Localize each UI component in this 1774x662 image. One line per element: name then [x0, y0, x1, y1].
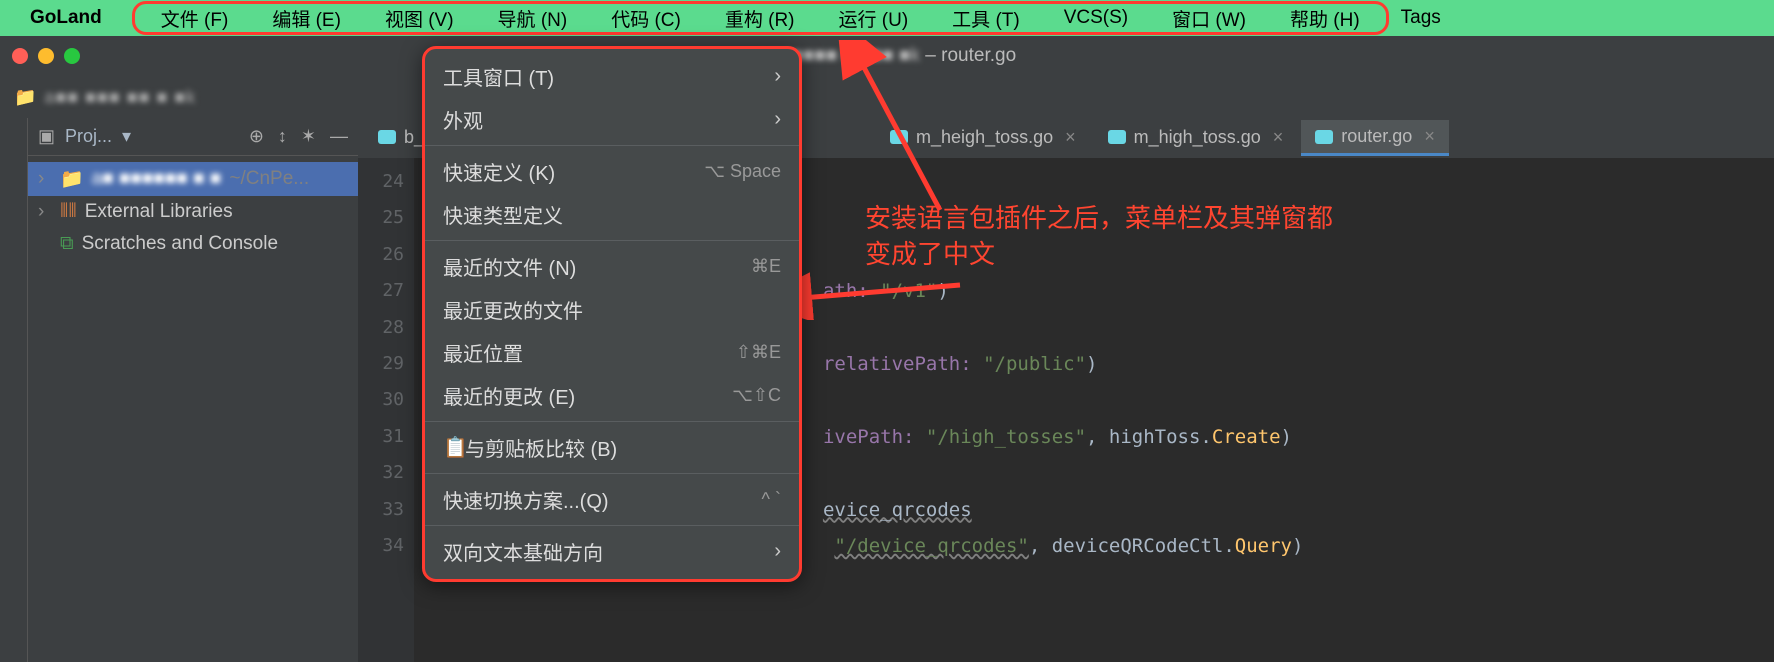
folder-icon: 📁 — [14, 87, 36, 108]
line-number: 24 — [358, 164, 404, 200]
menu-run[interactable]: 运行 (U) — [817, 5, 931, 32]
menu-appearance[interactable]: 外观› — [425, 98, 799, 141]
go-file-icon — [890, 130, 908, 144]
menu-tools[interactable]: 工具 (T) — [930, 5, 1042, 32]
close-tab-icon[interactable]: × — [1424, 126, 1435, 147]
menu-separator — [425, 240, 799, 241]
line-number: 33 — [358, 492, 404, 528]
line-number: 32 — [358, 455, 404, 491]
gutter: 24 25 26 27 28 29 30 31 32 33 34 — [358, 158, 414, 662]
menu-navigate[interactable]: 导航 (N) — [476, 5, 590, 32]
close-window-button[interactable] — [12, 48, 28, 64]
editor-tab-router[interactable]: router.go × — [1301, 120, 1449, 156]
scratches-icon: ⧉ — [60, 233, 74, 255]
menu-tool-windows[interactable]: 工具窗口 (T)› — [425, 55, 799, 98]
go-file-icon — [1315, 130, 1333, 144]
minimize-window-button[interactable] — [38, 48, 54, 64]
expand-all-icon[interactable]: ↕ — [278, 126, 287, 147]
chevron-right-icon[interactable]: › — [38, 168, 52, 190]
menu-quick-switch-scheme[interactable]: 快速切换方案...(Q)^ ` — [425, 478, 799, 521]
line-number: 26 — [358, 237, 404, 273]
editor-tab-m-heigh-toss[interactable]: m_heigh_toss.go × — [876, 121, 1090, 156]
view-menu-popup: 工具窗口 (T)› 外观› 快速定义 (K)⌥ Space 快速类型定义 最近的… — [422, 46, 802, 582]
line-number: 28 — [358, 310, 404, 346]
line-number: 27 — [358, 273, 404, 309]
menu-quick-definition[interactable]: 快速定义 (K)⌥ Space — [425, 150, 799, 193]
project-panel: ▣ Proj... ▾ ⊕ ↕ ✶ — › 📁 a■ ■■■■■■ ■ ■ ~/… — [28, 118, 358, 662]
line-number: 30 — [358, 382, 404, 418]
project-tool-header: ▣ Proj... ▾ ⊕ ↕ ✶ — — [28, 118, 358, 156]
tree-scratches[interactable]: ⧉ Scratches and Console — [28, 228, 358, 260]
close-tab-icon[interactable]: × — [1273, 127, 1284, 148]
menu-refactor[interactable]: 重构 (R) — [703, 5, 817, 32]
menu-recent-files[interactable]: 最近的文件 (N)⌘E — [425, 245, 799, 288]
go-file-icon — [1108, 130, 1126, 144]
menu-separator — [425, 525, 799, 526]
main-area: ▣ Proj... ▾ ⊕ ↕ ✶ — › 📁 a■ ■■■■■■ ■ ■ ~/… — [0, 118, 1774, 662]
menu-window[interactable]: 窗口 (W) — [1150, 5, 1268, 32]
project-title[interactable]: Proj... — [65, 126, 112, 147]
breadcrumb-text[interactable]: a■■ ■■■ ■■ ■ ■k — [44, 87, 196, 108]
chevron-right-icon[interactable]: › — [38, 201, 52, 223]
menu-bidi-text-direction[interactable]: 双向文本基础方向› — [425, 530, 799, 573]
line-number: 25 — [358, 200, 404, 236]
menu-separator — [425, 421, 799, 422]
project-view-icon: ▣ — [38, 126, 55, 147]
line-number: 34 — [358, 528, 404, 564]
traffic-lights — [12, 48, 80, 64]
line-number: 31 — [358, 419, 404, 455]
editor-tab-m-high-toss[interactable]: m_high_toss.go × — [1094, 121, 1298, 156]
tags-label: Tags — [1401, 7, 1441, 29]
go-file-icon — [378, 130, 396, 144]
sidebar-tabs[interactable] — [0, 118, 28, 662]
window-titlebar: a■■■■■■ ■■ ■■ ■k – router.go — [0, 36, 1774, 76]
line-number: 29 — [358, 346, 404, 382]
tree-root[interactable]: › 📁 a■ ■■■■■■ ■ ■ ~/CnPe... — [28, 162, 358, 196]
dropdown-icon[interactable]: ▾ — [122, 126, 131, 147]
submenu-icon: › — [774, 540, 781, 563]
menu-view[interactable]: 视图 (V) — [363, 5, 476, 32]
library-icon: ⦀⦀ — [60, 201, 77, 223]
app-name[interactable]: GoLand — [30, 7, 102, 29]
menu-quick-type-definition[interactable]: 快速类型定义 — [425, 193, 799, 236]
menu-recently-changed-files[interactable]: 最近更改的文件 — [425, 288, 799, 331]
menu-separator — [425, 473, 799, 474]
menu-recent-changes[interactable]: 最近的更改 (E)⌥⇧C — [425, 374, 799, 417]
tree-external-libraries[interactable]: › ⦀⦀ External Libraries — [28, 196, 358, 228]
menu-separator — [425, 145, 799, 146]
macos-menubar: GoLand 文件 (F) 编辑 (E) 视图 (V) 导航 (N) 代码 (C… — [0, 0, 1774, 36]
menu-code[interactable]: 代码 (C) — [589, 5, 703, 32]
clipboard-icon: 📋 — [443, 435, 465, 460]
submenu-icon: › — [774, 108, 781, 131]
hide-panel-icon[interactable]: — — [330, 126, 348, 147]
settings-icon[interactable]: ✶ — [301, 126, 316, 147]
menu-help[interactable]: 帮助 (H) — [1268, 5, 1382, 32]
menubar-items-highlight: 文件 (F) 编辑 (E) 视图 (V) 导航 (N) 代码 (C) 重构 (R… — [132, 1, 1389, 35]
submenu-icon: › — [774, 65, 781, 88]
menu-file[interactable]: 文件 (F) — [139, 5, 251, 32]
close-tab-icon[interactable]: × — [1065, 127, 1076, 148]
folder-icon: 📁 — [60, 167, 84, 191]
breadcrumb: 📁 a■■ ■■■ ■■ ■ ■k — [0, 76, 1774, 118]
menu-recent-locations[interactable]: 最近位置⇧⌘E — [425, 331, 799, 374]
menu-edit[interactable]: 编辑 (E) — [250, 5, 363, 32]
select-target-icon[interactable]: ⊕ — [249, 126, 264, 147]
menu-compare-clipboard[interactable]: 📋与剪贴板比较 (B) — [425, 426, 799, 469]
project-tree: › 📁 a■ ■■■■■■ ■ ■ ~/CnPe... › ⦀⦀ Externa… — [28, 156, 358, 266]
menu-vcs[interactable]: VCS(S) — [1042, 7, 1150, 29]
maximize-window-button[interactable] — [64, 48, 80, 64]
